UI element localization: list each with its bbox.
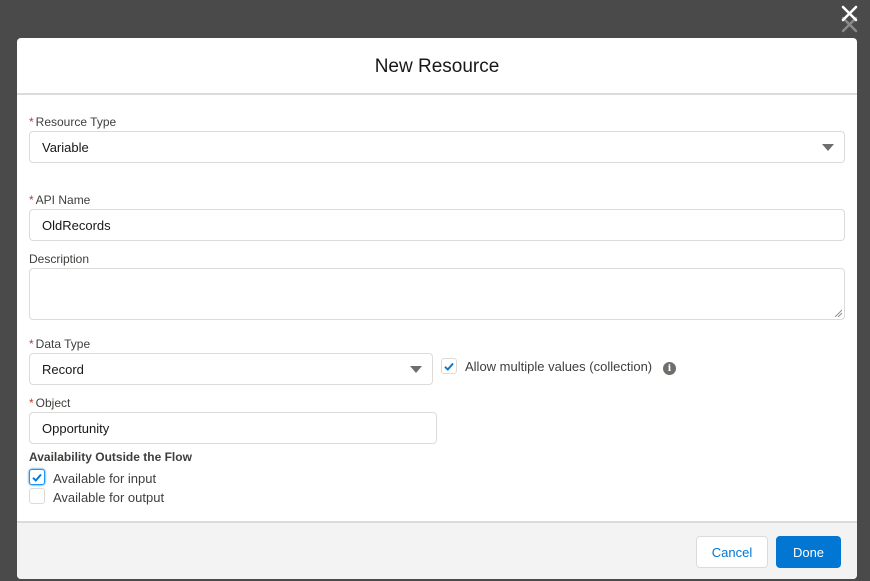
required-marker: * [29, 115, 34, 129]
data-type-value: Record [42, 361, 84, 377]
modal-footer: Cancel Done [17, 521, 857, 579]
resource-type-select[interactable]: Variable [29, 131, 845, 163]
api-name-value: OldRecords [42, 217, 111, 233]
modal-header: New Resource [17, 38, 857, 95]
checkmark-icon [444, 362, 454, 371]
resize-handle-icon[interactable] [834, 309, 842, 317]
resource-type-value: Variable [42, 139, 89, 155]
modal-title: New Resource [374, 55, 500, 77]
required-marker: * [29, 193, 34, 207]
data-type-label-text: Data Type [35, 337, 91, 351]
object-label-text: Object [35, 396, 71, 410]
cancel-button[interactable]: Cancel [696, 536, 768, 568]
available-for-output-label: Available for output [53, 490, 165, 505]
info-icon[interactable]: i [663, 362, 676, 375]
resource-type-label-text: Resource Type [35, 115, 117, 129]
required-marker: * [29, 337, 34, 351]
done-button[interactable]: Done [776, 536, 841, 568]
available-for-output-checkbox[interactable] [29, 488, 45, 504]
available-for-input-checkbox[interactable] [29, 469, 45, 485]
description-label-text: Description [29, 252, 90, 266]
required-marker: * [29, 396, 34, 410]
allow-multiple-checkbox[interactable] [441, 358, 457, 374]
availability-title: Availability Outside the Flow [29, 450, 192, 464]
api-name-label-text: API Name [35, 193, 91, 207]
close-button[interactable] [836, 2, 864, 34]
allow-multiple-label: Allow multiple values (collection) [465, 359, 653, 374]
checkmark-icon [32, 473, 42, 482]
data-type-label: * Data Type [29, 337, 90, 351]
resource-type-label: * Resource Type [29, 115, 116, 129]
api-name-input[interactable]: OldRecords [29, 209, 845, 241]
close-icon [841, 5, 858, 33]
object-label: * Object [29, 396, 70, 410]
chevron-down-icon [410, 366, 422, 373]
description-textarea[interactable] [29, 268, 845, 320]
object-value: Opportunity [42, 420, 110, 436]
object-input[interactable]: Opportunity [29, 412, 437, 444]
modal-body: * Resource Type Variable * API Name OldRec… [17, 95, 857, 521]
chevron-down-icon [822, 144, 834, 151]
available-for-input-label: Available for input [53, 471, 157, 486]
new-resource-modal: New Resource * Resource Type Variable * AP… [17, 38, 857, 579]
data-type-select[interactable]: Record [29, 353, 433, 385]
description-label: Description [29, 252, 89, 266]
api-name-label: * API Name [29, 193, 90, 207]
